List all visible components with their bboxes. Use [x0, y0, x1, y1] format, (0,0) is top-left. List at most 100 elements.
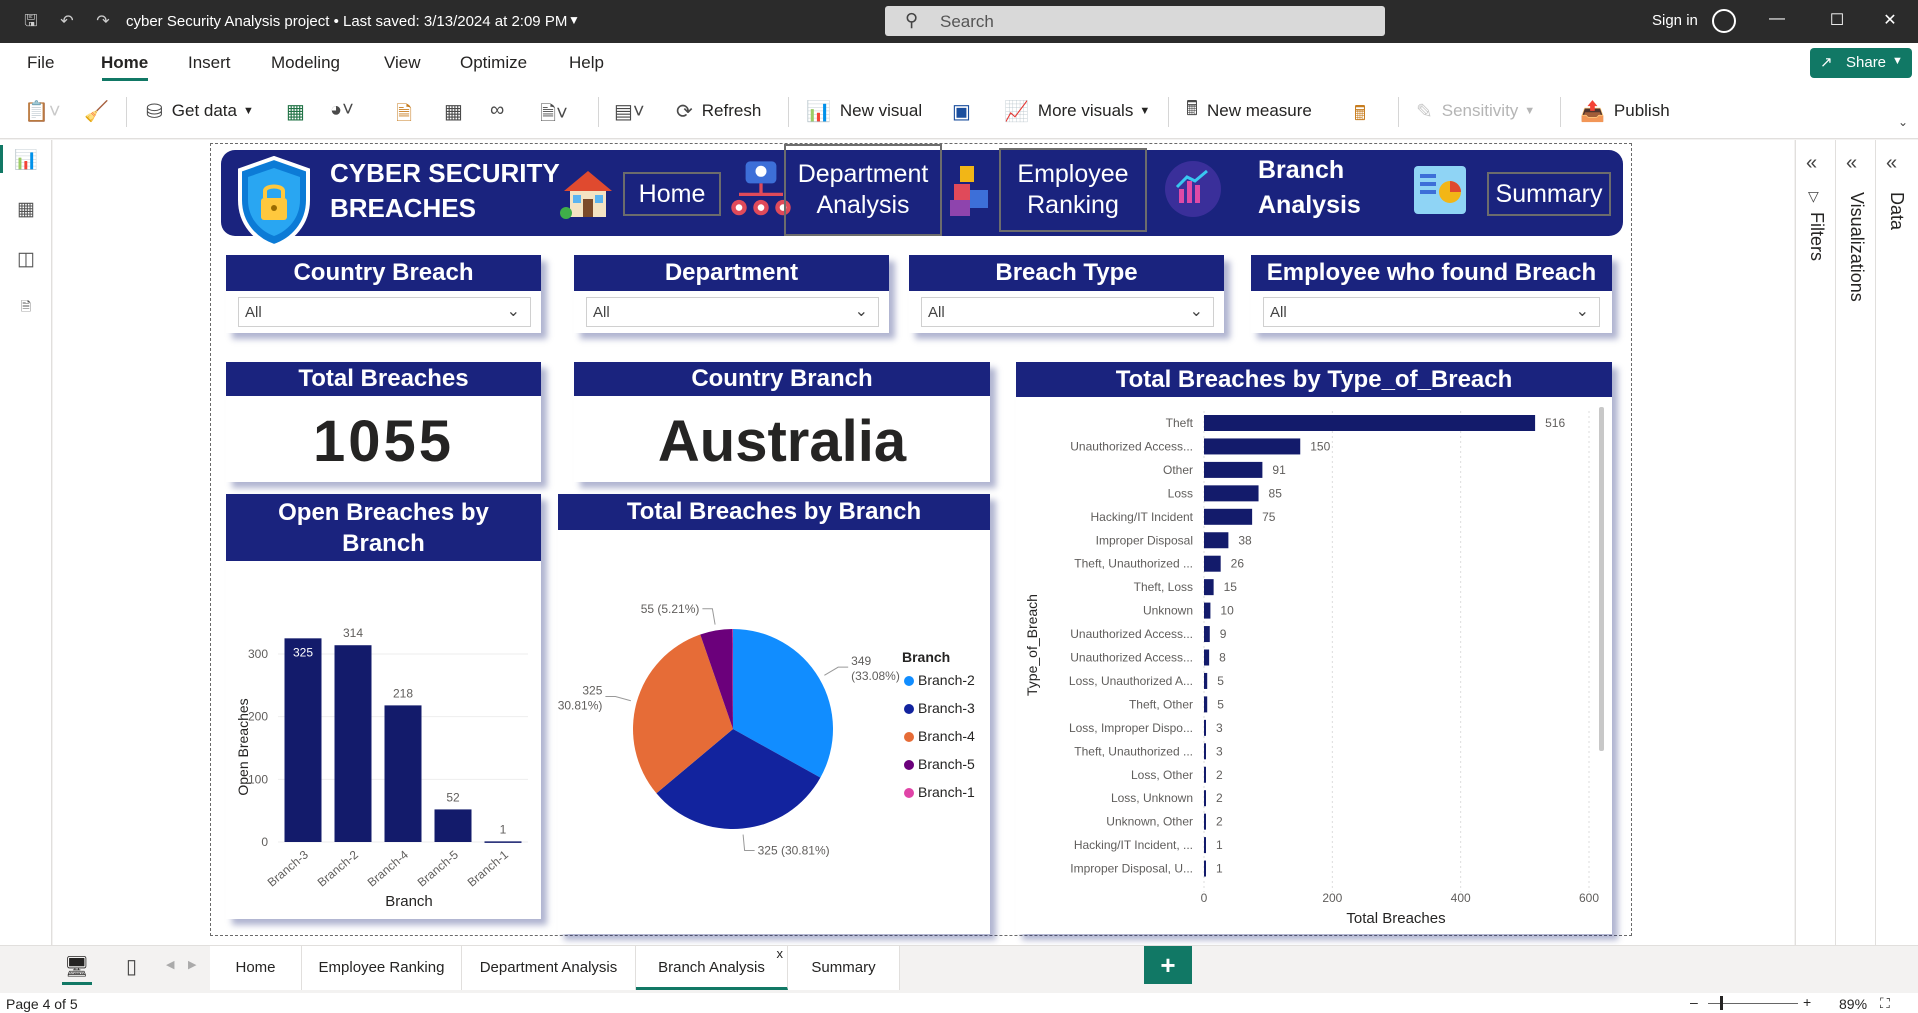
- menu-optimize[interactable]: Optimize: [460, 53, 527, 73]
- bar: [384, 705, 422, 842]
- sensitivity-button[interactable]: ✎ Sensitivity ▼: [1416, 97, 1535, 125]
- y-tick-label: Unauthorized Access...: [1070, 651, 1193, 665]
- filters-pane[interactable]: « ▽ Filters: [1795, 140, 1835, 945]
- legend-marker: [904, 732, 914, 742]
- add-page-button[interactable]: +: [1144, 946, 1192, 984]
- next-page-icon[interactable]: ▶: [188, 958, 196, 971]
- table-view-icon[interactable]: ▦: [14, 198, 38, 222]
- breach-type-dropdown[interactable]: All ⌄: [921, 297, 1214, 327]
- visualizations-pane[interactable]: « Visualizations: [1835, 140, 1875, 945]
- y-tick-label: Unauthorized Access...: [1070, 627, 1193, 641]
- menu-view[interactable]: View: [384, 53, 421, 73]
- tab-employee-ranking[interactable]: Employee Ranking: [302, 946, 462, 990]
- new-visual-button[interactable]: 📊 New visual: [806, 97, 922, 125]
- nav-branch-analysis-text[interactable]: Branch Analysis: [1258, 153, 1361, 223]
- breach-type-bar-chart[interactable]: 0 200 400 600 516 Theft 150 Unauthorized Access…: [1016, 397, 1612, 934]
- bar: [1204, 860, 1206, 877]
- y-tick-label: Unknown: [1143, 604, 1193, 618]
- bar: [484, 841, 522, 843]
- bar: [1204, 719, 1206, 736]
- menu-help[interactable]: Help: [569, 53, 604, 73]
- y-tick-label: Theft, Unauthorized ...: [1074, 744, 1193, 758]
- active-menu-indicator: [102, 78, 148, 81]
- menu-file[interactable]: File: [27, 53, 54, 73]
- save-icon[interactable]: 🖫: [20, 11, 42, 33]
- new-measure-button[interactable]: 🖩 New measure: [1186, 97, 1312, 125]
- publish-button[interactable]: 📤 Publish: [1580, 97, 1670, 125]
- sign-in-link[interactable]: Sign in: [1652, 12, 1698, 29]
- desktop-layout-icon[interactable]: 🖥: [64, 954, 89, 979]
- menu-modeling[interactable]: Modeling: [271, 53, 340, 73]
- dax-query-view-icon[interactable]: 🗎: [14, 298, 38, 322]
- search-placeholder: Search: [940, 12, 994, 31]
- department-dropdown[interactable]: All ⌄: [586, 297, 879, 327]
- quick-measure-icon[interactable]: 🖩: [1354, 99, 1366, 133]
- publish-icon: 📤: [1580, 100, 1605, 123]
- bar: [334, 645, 372, 842]
- refresh-button[interactable]: ⟳ Refresh: [676, 97, 761, 125]
- report-view-icon[interactable]: 📊: [14, 148, 38, 172]
- employee-dropdown[interactable]: All ⌄: [1263, 297, 1600, 327]
- share-button[interactable]: ↗ Share ▼: [1810, 48, 1912, 78]
- collapse-visualizations-icon[interactable]: «: [1846, 152, 1857, 175]
- legend-title: Branch: [902, 649, 950, 665]
- undo-icon[interactable]: ↶: [56, 11, 78, 33]
- text-box-icon[interactable]: ▣: [952, 99, 971, 124]
- tab-home[interactable]: Home: [210, 946, 302, 990]
- account-avatar-icon[interactable]: [1712, 9, 1736, 33]
- collapse-filters-icon[interactable]: «: [1806, 152, 1817, 175]
- paste-icon[interactable]: 📋˅: [24, 99, 61, 124]
- search-box[interactable]: ⚲ Search: [885, 6, 1385, 36]
- nav-home-button[interactable]: Home: [623, 172, 721, 216]
- data-pane[interactable]: « Data: [1875, 140, 1915, 945]
- tab-branch-analysis[interactable]: Branch Analysis x: [636, 946, 788, 990]
- get-data-button[interactable]: ⛁ Get data ▼: [146, 97, 254, 125]
- excel-icon[interactable]: ▦: [286, 99, 305, 124]
- document-title[interactable]: cyber Security Analysis project • Last s…: [126, 13, 567, 30]
- country-breach-dropdown[interactable]: All ⌄: [238, 297, 531, 327]
- open-breaches-bar-chart[interactable]: 0 100 200 300 325 Branch-3 314 Branch-2 218 Branc…: [226, 561, 541, 919]
- collapse-data-icon[interactable]: «: [1886, 152, 1897, 175]
- shield-lock-icon: [238, 156, 310, 248]
- y-axis-title: Open Breaches: [235, 698, 251, 795]
- branch-pie-chart[interactable]: 349(33.08%) 325 (30.81%) 325(30.81%) 55 (5.…: [558, 530, 990, 930]
- sql-server-icon[interactable]: 🗎: [396, 99, 412, 133]
- data-hub-icon[interactable]: ◕˅: [330, 99, 354, 122]
- page-tabs-bar: 🖥 ▯ ◀ ▶ Home Employee Ranking Department…: [0, 945, 1918, 993]
- mobile-layout-icon[interactable]: ▯: [126, 954, 137, 979]
- close-window-icon[interactable]: ✕: [1875, 10, 1905, 30]
- fit-to-page-icon[interactable]: ⛶: [1880, 995, 1890, 1012]
- chevron-down-icon: ⌄: [854, 303, 868, 320]
- close-tab-icon[interactable]: x: [777, 932, 784, 976]
- bar: [1204, 485, 1259, 502]
- tab-department-analysis[interactable]: Department Analysis: [462, 946, 636, 990]
- dataverse-icon[interactable]: ∞: [490, 99, 504, 122]
- zoom-in-icon[interactable]: +: [1803, 994, 1811, 1010]
- model-view-icon[interactable]: ◫: [14, 248, 38, 272]
- nav-employee-ranking-button[interactable]: Employee Ranking: [999, 148, 1147, 232]
- enter-data-icon[interactable]: ▦: [444, 99, 463, 124]
- zoom-slider-thumb[interactable]: [1720, 996, 1723, 1010]
- tab-summary[interactable]: Summary: [788, 946, 900, 990]
- legend-marker: [904, 704, 914, 714]
- minimize-icon[interactable]: —: [1762, 10, 1792, 28]
- bar: [1204, 415, 1536, 431]
- chevron-down-icon: ▼: [1139, 105, 1151, 117]
- collapse-ribbon-icon[interactable]: ⌄: [1898, 115, 1908, 129]
- redo-icon[interactable]: ↷: [92, 11, 114, 33]
- nav-department-analysis-button[interactable]: Department Analysis: [784, 144, 942, 236]
- transform-data-icon[interactable]: ▤˅: [614, 99, 645, 124]
- data-label: 314: [343, 626, 363, 640]
- maximize-icon[interactable]: ☐: [1822, 10, 1852, 30]
- more-visuals-button[interactable]: 📈 More visuals ▼: [1004, 97, 1150, 125]
- data-label: 3: [1216, 721, 1223, 735]
- format-painter-icon[interactable]: 🧹: [84, 99, 109, 124]
- y-tick-label: Hacking/IT Incident: [1091, 510, 1194, 524]
- nav-summary-button[interactable]: Summary: [1487, 172, 1611, 216]
- recent-sources-icon[interactable]: 🗎˅: [540, 99, 568, 133]
- menu-home[interactable]: Home: [101, 53, 148, 73]
- zoom-out-icon[interactable]: –: [1690, 994, 1698, 1010]
- previous-page-icon[interactable]: ◀: [166, 958, 174, 971]
- menu-insert[interactable]: Insert: [188, 53, 231, 73]
- title-dropdown-icon[interactable]: ▼: [568, 13, 580, 27]
